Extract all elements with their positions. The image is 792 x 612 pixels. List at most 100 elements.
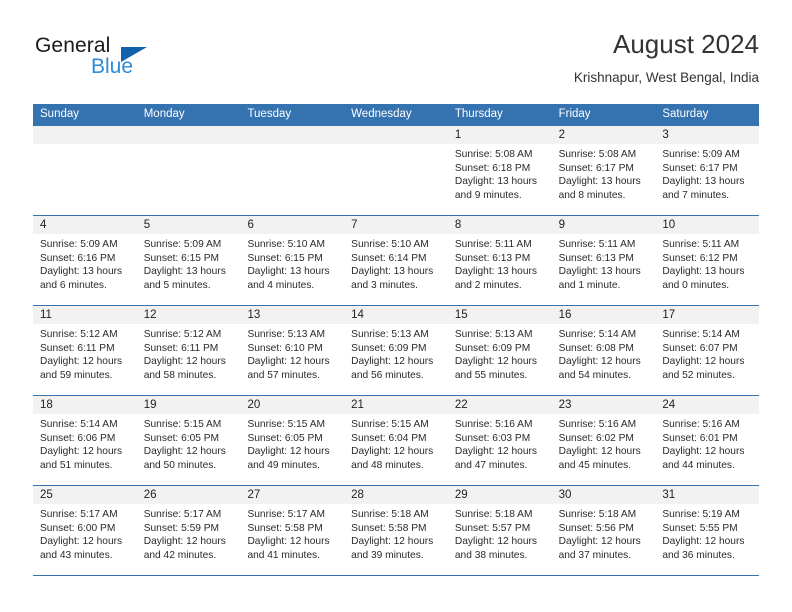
day-cell[interactable]: 3 Sunrise: 5:09 AM Sunset: 6:17 PM Dayli… [655, 126, 760, 215]
day-number: 14 [351, 309, 364, 321]
day-number: 7 [351, 219, 358, 231]
daylight-text-cont: and 42 minutes. [143, 549, 217, 561]
day-cell[interactable]: 18 Sunrise: 5:14 AM Sunset: 6:06 PM Dayl… [33, 396, 137, 485]
daylight-text: Daylight: 12 hours [351, 446, 434, 458]
day-cell[interactable]: 31 Sunrise: 5:19 AM Sunset: 5:55 PM Dayl… [655, 486, 760, 575]
sunset-text: Sunset: 6:04 PM [351, 432, 427, 444]
daylight-text: Daylight: 12 hours [247, 446, 330, 458]
daylight-text: Daylight: 12 hours [351, 356, 434, 368]
day-cell[interactable]: 20 Sunrise: 5:15 AM Sunset: 6:05 PM Dayl… [240, 396, 345, 485]
sunrise-text: Sunrise: 5:14 AM [558, 329, 637, 340]
day-details: Sunrise: 5:15 AM Sunset: 6:05 PM Dayligh… [240, 415, 344, 472]
daylight-text: Daylight: 13 hours [454, 266, 537, 278]
day-cell[interactable]: 23 Sunrise: 5:16 AM Sunset: 6:02 PM Dayl… [551, 396, 656, 485]
day-cell[interactable]: 10 Sunrise: 5:11 AM Sunset: 6:12 PM Dayl… [655, 216, 760, 305]
daylight-text: Daylight: 12 hours [247, 536, 330, 548]
day-cell[interactable]: 30 Sunrise: 5:18 AM Sunset: 5:56 PM Dayl… [551, 486, 656, 575]
weekday-header-row: Sunday Monday Tuesday Wednesday Thursday… [33, 104, 759, 125]
daylight-text: Daylight: 13 hours [351, 266, 434, 278]
day-number: 28 [351, 489, 364, 501]
day-details: Sunrise: 5:10 AM Sunset: 6:14 PM Dayligh… [344, 235, 448, 292]
day-cell[interactable]: 13 Sunrise: 5:13 AM Sunset: 6:10 PM Dayl… [240, 306, 345, 395]
day-cell[interactable]: 26 Sunrise: 5:17 AM Sunset: 5:59 PM Dayl… [136, 486, 241, 575]
weekday-tuesday: Tuesday [247, 108, 292, 120]
day-number-band: 21 [344, 396, 448, 415]
day-number-band: 2 [551, 126, 656, 145]
day-cell[interactable]: 8 Sunrise: 5:11 AM Sunset: 6:13 PM Dayli… [447, 216, 552, 305]
daylight-text-cont: and 48 minutes. [351, 459, 424, 471]
day-details [240, 145, 344, 148]
day-number-band: 17 [655, 306, 760, 325]
day-number: 4 [40, 219, 47, 231]
day-cell[interactable]: 6 Sunrise: 5:10 AM Sunset: 6:15 PM Dayli… [240, 216, 345, 305]
day-cell[interactable]: 21 Sunrise: 5:15 AM Sunset: 6:04 PM Dayl… [344, 396, 448, 485]
day-details: Sunrise: 5:17 AM Sunset: 6:00 PM Dayligh… [33, 505, 137, 562]
day-number-band: 27 [240, 486, 345, 505]
daylight-text-cont: and 47 minutes. [454, 459, 528, 471]
day-details: Sunrise: 5:08 AM Sunset: 6:17 PM Dayligh… [552, 145, 656, 202]
sunrise-text: Sunrise: 5:13 AM [247, 329, 326, 340]
day-details: Sunrise: 5:10 AM Sunset: 6:15 PM Dayligh… [240, 235, 344, 292]
day-cell[interactable]: 1 Sunrise: 5:08 AM Sunset: 6:18 PM Dayli… [447, 126, 552, 215]
day-cell[interactable]: 9 Sunrise: 5:11 AM Sunset: 6:13 PM Dayli… [551, 216, 656, 305]
sunrise-text: Sunrise: 5:16 AM [662, 419, 740, 430]
day-number-band: 10 [655, 216, 760, 235]
day-number: 5 [143, 219, 151, 231]
day-cell[interactable]: 12 Sunrise: 5:12 AM Sunset: 6:11 PM Dayl… [136, 306, 241, 395]
daylight-text: Daylight: 13 hours [454, 176, 537, 188]
day-cell[interactable]: 5 Sunrise: 5:09 AM Sunset: 6:15 PM Dayli… [136, 216, 241, 305]
title-block: August 2024 Krishnapur, West Bengal, Ind… [574, 28, 759, 88]
day-cell[interactable]: 25 Sunrise: 5:17 AM Sunset: 6:00 PM Dayl… [33, 486, 137, 575]
daylight-text: Daylight: 12 hours [662, 446, 745, 458]
day-cell[interactable]: 24 Sunrise: 5:16 AM Sunset: 6:01 PM Dayl… [655, 396, 760, 485]
sunrise-text: Sunrise: 5:12 AM [143, 329, 222, 340]
sunrise-text: Sunrise: 5:15 AM [351, 419, 429, 430]
sunset-text: Sunset: 6:02 PM [558, 432, 634, 444]
day-details: Sunrise: 5:18 AM Sunset: 5:56 PM Dayligh… [552, 505, 656, 562]
day-number-band: 19 [136, 396, 241, 415]
sunset-text: Sunset: 6:15 PM [247, 252, 323, 264]
day-cell[interactable]: 22 Sunrise: 5:16 AM Sunset: 6:03 PM Dayl… [447, 396, 552, 485]
day-details: Sunrise: 5:09 AM Sunset: 6:17 PM Dayligh… [655, 145, 759, 202]
day-details: Sunrise: 5:16 AM Sunset: 6:03 PM Dayligh… [448, 415, 552, 472]
general-blue-logo[interactable]: General Blue [33, 34, 233, 90]
day-details: Sunrise: 5:11 AM Sunset: 6:13 PM Dayligh… [552, 235, 656, 292]
day-cell[interactable]: 19 Sunrise: 5:15 AM Sunset: 6:05 PM Dayl… [136, 396, 241, 485]
day-cell[interactable]: 27 Sunrise: 5:17 AM Sunset: 5:58 PM Dayl… [240, 486, 345, 575]
day-details: Sunrise: 5:17 AM Sunset: 5:59 PM Dayligh… [137, 505, 241, 562]
day-details: Sunrise: 5:11 AM Sunset: 6:12 PM Dayligh… [655, 235, 759, 292]
day-number: 15 [454, 309, 468, 321]
daylight-text-cont: and 4 minutes. [247, 279, 315, 291]
daylight-text-cont: and 1 minute. [558, 279, 621, 291]
sunset-text: Sunset: 6:13 PM [454, 252, 531, 264]
week-row: 11 Sunrise: 5:12 AM Sunset: 6:11 PM Dayl… [33, 305, 760, 395]
day-cell [33, 126, 137, 215]
daylight-text: Daylight: 13 hours [662, 176, 745, 188]
daylight-text-cont: and 54 minutes. [558, 369, 632, 381]
day-cell[interactable]: 28 Sunrise: 5:18 AM Sunset: 5:58 PM Dayl… [344, 486, 448, 575]
daylight-text: Daylight: 12 hours [40, 356, 123, 368]
day-number: 1 [454, 129, 462, 141]
day-cell[interactable]: 11 Sunrise: 5:12 AM Sunset: 6:11 PM Dayl… [33, 306, 137, 395]
day-cell[interactable]: 14 Sunrise: 5:13 AM Sunset: 6:09 PM Dayl… [344, 306, 448, 395]
day-cell[interactable]: 4 Sunrise: 5:09 AM Sunset: 6:16 PM Dayli… [33, 216, 137, 305]
daylight-text-cont: and 49 minutes. [247, 459, 320, 471]
day-cell[interactable]: 7 Sunrise: 5:10 AM Sunset: 6:14 PM Dayli… [344, 216, 448, 305]
sunset-text: Sunset: 6:14 PM [351, 252, 427, 264]
daylight-text: Daylight: 12 hours [662, 356, 745, 368]
day-number-band: 12 [136, 306, 241, 325]
page-title: August 2024 [612, 29, 759, 59]
sunrise-text: Sunrise: 5:16 AM [454, 419, 533, 430]
sunrise-text: Sunrise: 5:16 AM [558, 419, 637, 430]
day-cell[interactable]: 29 Sunrise: 5:18 AM Sunset: 5:57 PM Dayl… [447, 486, 552, 575]
daylight-text-cont: and 5 minutes. [143, 279, 211, 291]
day-cell[interactable]: 2 Sunrise: 5:08 AM Sunset: 6:17 PM Dayli… [551, 126, 656, 215]
day-cell[interactable]: 16 Sunrise: 5:14 AM Sunset: 6:08 PM Dayl… [551, 306, 656, 395]
daylight-text: Daylight: 13 hours [662, 266, 745, 278]
day-cell[interactable]: 15 Sunrise: 5:13 AM Sunset: 6:09 PM Dayl… [447, 306, 552, 395]
sunrise-text: Sunrise: 5:10 AM [247, 239, 326, 250]
day-cell[interactable]: 17 Sunrise: 5:14 AM Sunset: 6:07 PM Dayl… [655, 306, 760, 395]
day-details: Sunrise: 5:12 AM Sunset: 6:11 PM Dayligh… [33, 325, 137, 382]
daylight-text-cont: and 57 minutes. [247, 369, 320, 381]
daylight-text-cont: and 44 minutes. [662, 459, 735, 471]
